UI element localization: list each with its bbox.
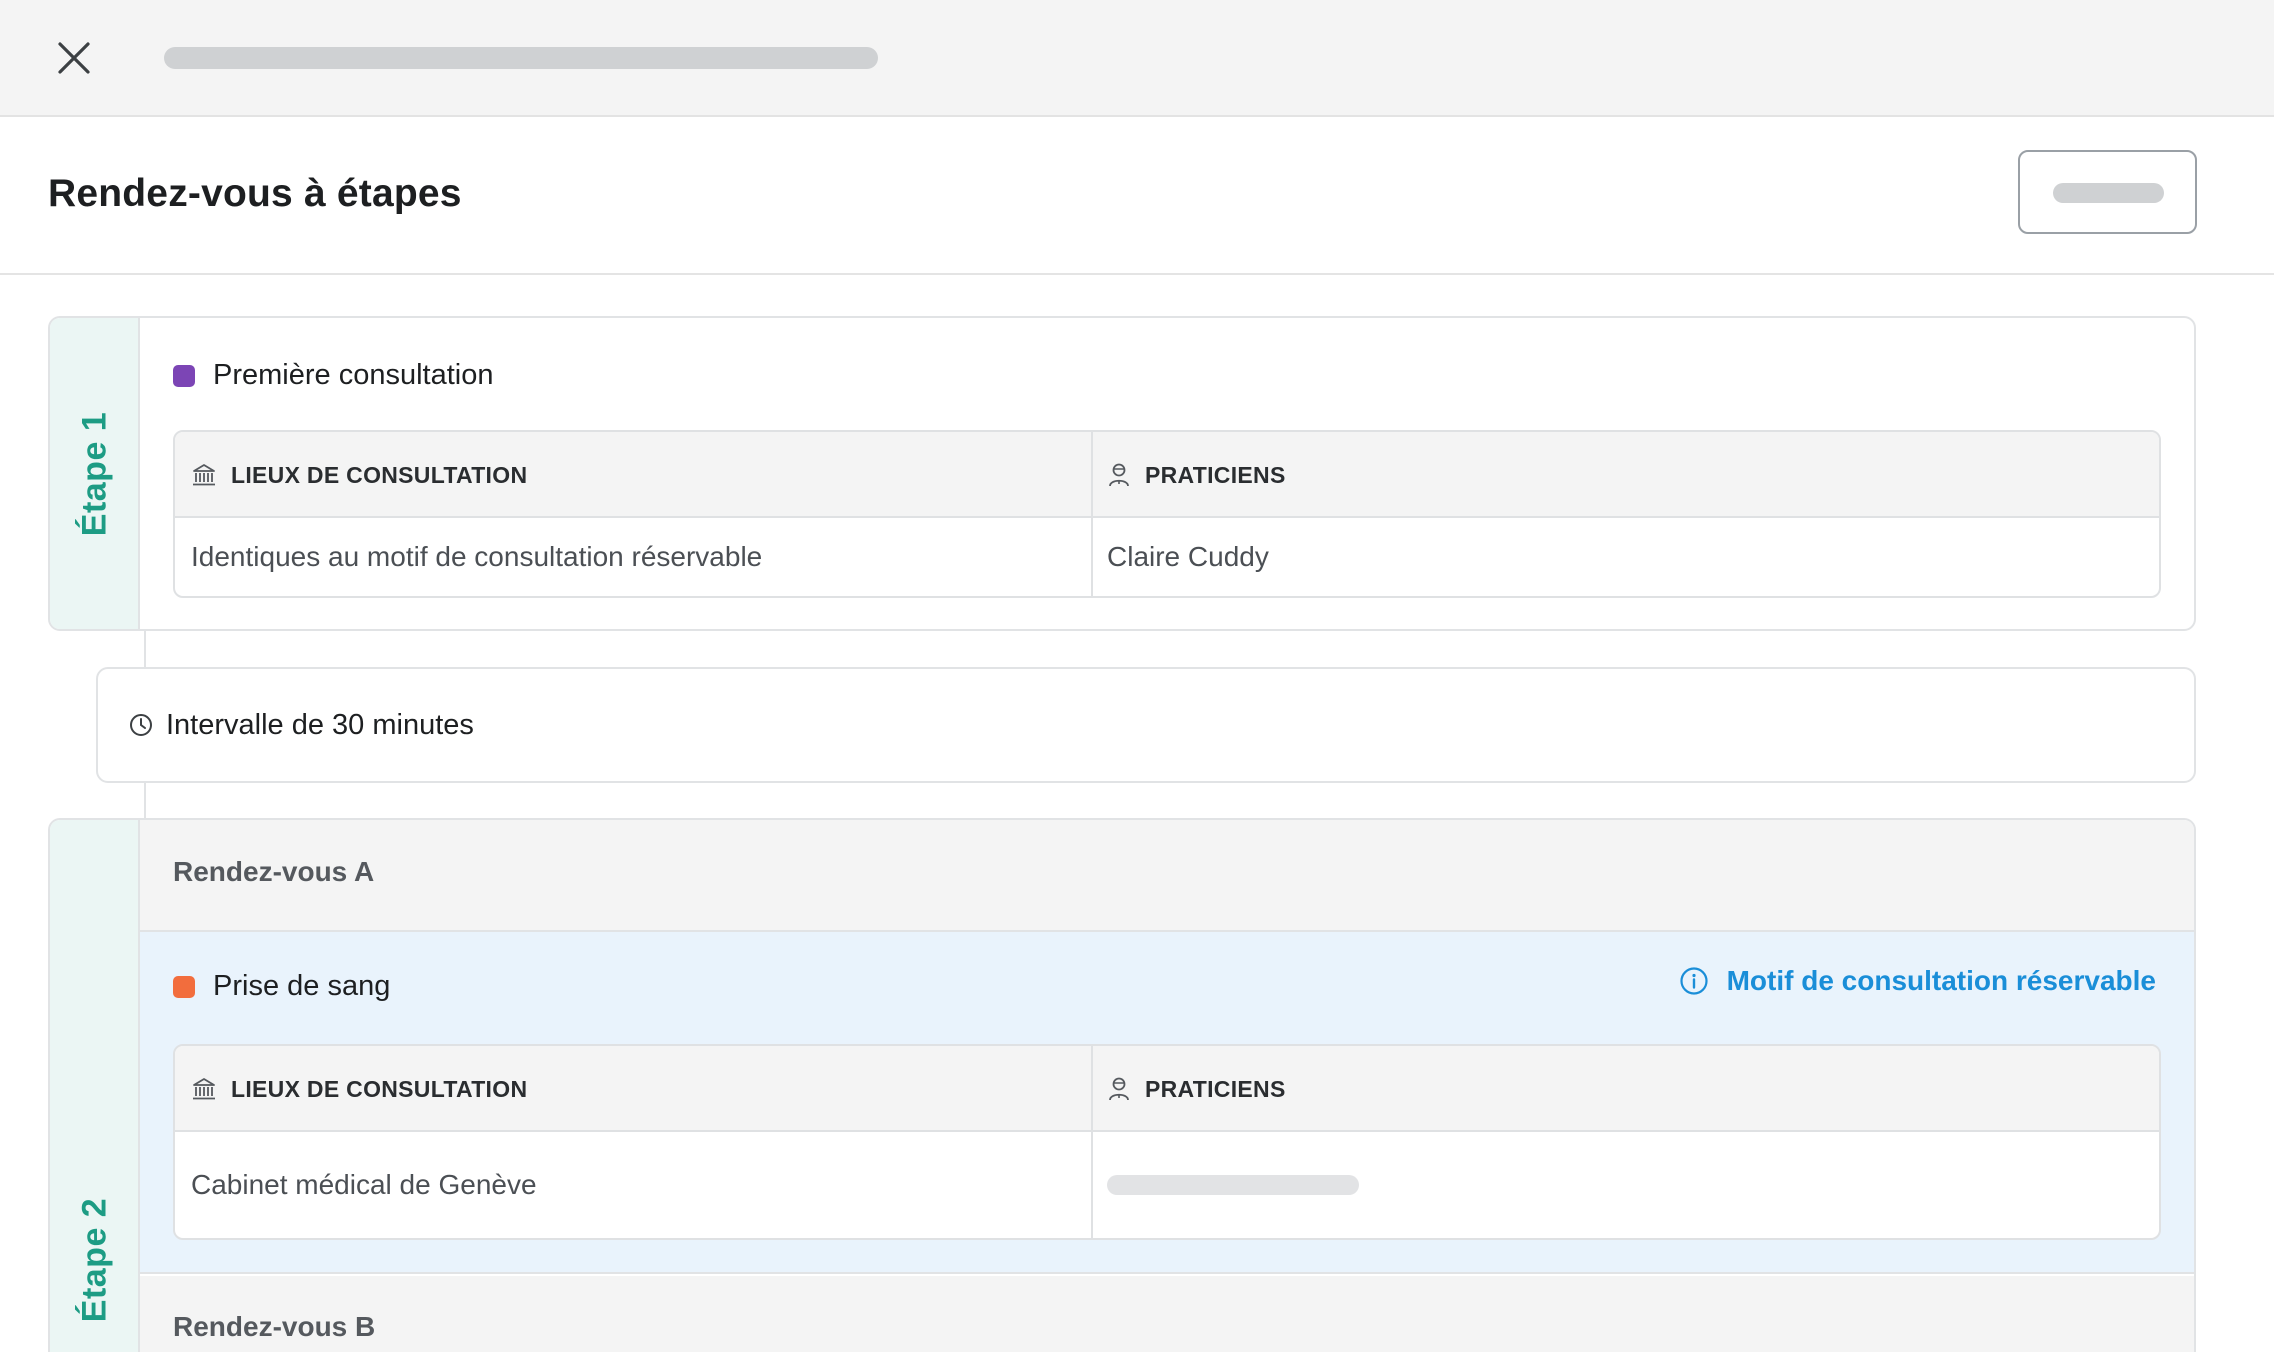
building-icon [193, 1078, 215, 1100]
page-header: Rendez-vous à étapes [0, 117, 2274, 275]
cell-locations: Identiques au motif de consultation rése… [191, 541, 763, 572]
motif-color-dot [173, 975, 195, 998]
cell-practitioners: Claire Cuddy [1107, 541, 1269, 572]
step-2-label: Étape 2 [75, 1197, 114, 1323]
appointment-a-title: Rendez-vous A [173, 856, 375, 887]
interval-card: Intervalle de 30 minutes [96, 667, 2196, 783]
page-title: Rendez-vous à étapes [48, 172, 462, 215]
title-placeholder [164, 47, 878, 69]
header-action-button[interactable] [2018, 150, 2197, 234]
practitioner-icon [1109, 463, 1129, 487]
step-2-rail: Étape 2 [50, 820, 140, 1352]
column-header-label: PRATICIENS [1145, 461, 1286, 488]
motif-row: Première consultation [173, 359, 493, 392]
step-connector [144, 631, 146, 667]
column-header-practitioners: PRATICIENS [1107, 1046, 1286, 1132]
practitioner-placeholder [1107, 1175, 1359, 1195]
motif-name: Prise de sang [213, 970, 391, 1002]
bookable-motif-link[interactable]: Motif de consultation réservable [1679, 965, 2156, 997]
motif-name: Première consultation [213, 359, 494, 391]
bookable-motif-link-label: Motif de consultation réservable [1726, 965, 2156, 996]
step-2-card: Étape 2 Rendez-vous A Prise de sang Moti… [48, 818, 2196, 1352]
motif-color-dot [173, 364, 195, 387]
close-button[interactable] [50, 34, 98, 82]
clock-icon [130, 714, 152, 736]
column-header-label: LIEUX DE CONSULTATION [231, 461, 528, 488]
column-header-label: LIEUX DE CONSULTATION [231, 1075, 528, 1102]
appointment-a-header: Rendez-vous A [140, 820, 2194, 932]
practitioner-icon [1109, 1077, 1129, 1101]
motif-row: Prise de sang [173, 970, 390, 1003]
step-1-body: Première consultation LIEUX DE CONSULTAT… [140, 318, 2194, 629]
appointment-b-header: Rendez-vous B [140, 1276, 2194, 1352]
column-header-locations: LIEUX DE CONSULTATION [191, 432, 527, 518]
cell-practitioners [1107, 1132, 1359, 1238]
step-connector [144, 783, 146, 818]
column-header-locations: LIEUX DE CONSULTATION [191, 1046, 527, 1132]
column-header-practitioners: PRATICIENS [1107, 432, 1286, 518]
step-1-rail: Étape 1 [50, 318, 140, 629]
step-1-card: Étape 1 Première consultation LIEUX DE C… [48, 316, 2196, 631]
appointment-b-title: Rendez-vous B [173, 1311, 376, 1342]
close-icon [58, 42, 90, 74]
appointment-a-table: LIEUX DE CONSULTATION PRATICIENS Cabinet… [173, 1044, 2161, 1240]
column-divider [1091, 1046, 1093, 1238]
step-1-label: Étape 1 [75, 411, 114, 537]
appointment-a-details: Prise de sang Motif de consultation rése… [140, 932, 2194, 1274]
cell-locations: Cabinet médical de Genève [191, 1169, 537, 1200]
info-icon [1679, 967, 1708, 995]
step-2-body: Rendez-vous A Prise de sang Motif de con… [140, 820, 2194, 1352]
building-icon [193, 464, 215, 486]
step-1-table: LIEUX DE CONSULTATION PRATICIENS Identiq… [173, 430, 2161, 598]
column-header-label: PRATICIENS [1145, 1075, 1286, 1102]
interval-text: Intervalle de 30 minutes [166, 708, 474, 741]
top-bar [0, 0, 2274, 117]
button-label-placeholder [2053, 183, 2164, 203]
column-divider [1091, 432, 1093, 596]
